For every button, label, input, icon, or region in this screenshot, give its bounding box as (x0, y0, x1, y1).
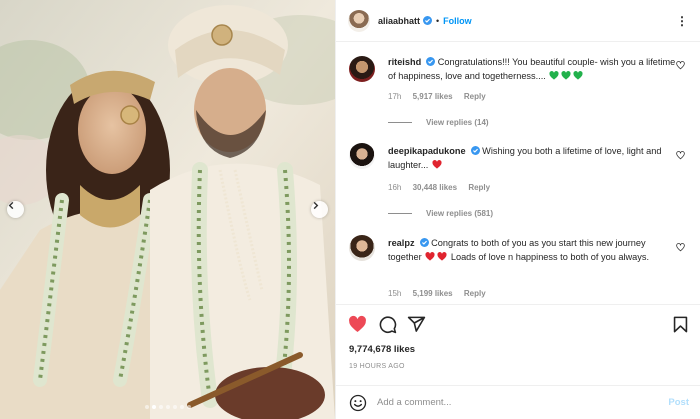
comment-input[interactable] (377, 397, 647, 408)
replies-divider (388, 213, 412, 214)
comment-emojis (548, 71, 584, 81)
carousel-dot (144, 405, 149, 409)
green-heart-emoji-icon (549, 71, 559, 80)
carousel-dot (151, 405, 156, 409)
carousel-dot (186, 405, 191, 409)
comment-time: 15h (388, 289, 402, 298)
chevron-left-icon (8, 201, 14, 210)
post-action-bar (336, 304, 700, 341)
post-likes-count[interactable]: 9,774,678 likes (349, 344, 415, 355)
carousel-dot (158, 405, 163, 409)
comment-text: riteishd Congratulations!!! You beautifu… (388, 55, 678, 83)
paper-plane-icon[interactable] (407, 315, 426, 334)
carousel-dot (172, 405, 177, 409)
comment-time: 16h (388, 183, 402, 192)
comment-likes[interactable]: 5,199 likes (413, 289, 453, 298)
wedding-photo-illustration (0, 0, 335, 419)
like-comment-heart-icon[interactable] (676, 151, 685, 160)
replies-divider (388, 122, 412, 123)
comment-text: deepikapadukone Wishing you both a lifet… (388, 144, 678, 172)
verified-badge-icon (470, 146, 480, 155)
verified-badge-icon (419, 238, 429, 247)
commenter-avatar[interactable] (349, 235, 375, 261)
instagram-post: aliaabhatt • Follow ⋮ riteishd Congratul… (0, 0, 700, 419)
red-heart-emoji-icon (437, 252, 447, 261)
follow-button[interactable]: Follow (443, 16, 472, 26)
commenter-username[interactable]: realpz (388, 238, 415, 248)
comment-meta: 15h 5,199 likes Reply (388, 289, 495, 298)
comment-meta: 16h 30,448 likes Reply (388, 183, 499, 192)
comment-emojis (431, 160, 443, 170)
commenter-avatar[interactable] (349, 143, 375, 169)
comment-time: 17h (388, 92, 402, 101)
chevron-right-icon (313, 201, 319, 210)
reply-button[interactable]: Reply (464, 92, 486, 101)
post-comment-button[interactable]: Post (668, 397, 689, 408)
like-comment-heart-icon[interactable] (676, 243, 685, 252)
emoji-picker-icon[interactable] (349, 394, 367, 412)
comment-text: realpz Congrats to both of you as you st… (388, 236, 678, 264)
red-heart-emoji-icon (425, 252, 435, 261)
comment-emojis (424, 252, 448, 262)
comment-likes[interactable]: 30,448 likes (413, 183, 457, 192)
view-replies-button[interactable]: View replies (14) (388, 118, 489, 127)
comment-likes[interactable]: 5,917 likes (413, 92, 453, 101)
comment-icon[interactable] (378, 315, 397, 334)
view-replies-button[interactable]: View replies (581) (388, 209, 493, 218)
comment-content-continued: Loads of love n happiness to both of you… (450, 252, 650, 262)
verified-badge-icon (426, 57, 436, 66)
view-replies-label: View replies (14) (426, 118, 489, 127)
post-photo[interactable] (0, 0, 335, 419)
bookmark-icon[interactable] (671, 315, 690, 334)
post-details-panel: aliaabhatt • Follow ⋮ riteishd Congratul… (335, 0, 700, 419)
like-comment-heart-icon[interactable] (676, 61, 685, 70)
carousel-dot (179, 405, 184, 409)
view-replies-label: View replies (581) (426, 209, 493, 218)
comments-list[interactable]: riteishd Congratulations!!! You beautifu… (336, 42, 700, 304)
next-slide-button[interactable] (311, 201, 328, 218)
commenter-username[interactable]: deepikapadukone (388, 146, 466, 156)
commenter-avatar[interactable] (349, 56, 375, 82)
header-separator: • (436, 15, 440, 26)
verified-badge-icon (423, 16, 433, 25)
comment-composer: Post (336, 385, 700, 419)
green-heart-emoji-icon (561, 71, 571, 80)
author-avatar[interactable] (348, 9, 370, 32)
carousel-dot (165, 405, 170, 409)
post-timestamp[interactable]: 19 HOURS AGO (349, 363, 405, 370)
author-username[interactable]: aliaabhatt (378, 16, 420, 26)
comment-meta: 17h 5,917 likes Reply (388, 92, 495, 101)
reply-button[interactable]: Reply (464, 289, 486, 298)
post-header: aliaabhatt • Follow ⋮ (336, 0, 700, 42)
red-heart-emoji-icon (432, 160, 442, 169)
carousel-indicator (0, 405, 335, 409)
previous-slide-button[interactable] (7, 201, 24, 218)
commenter-username[interactable]: riteishd (388, 57, 421, 67)
more-options-icon[interactable]: ⋮ (676, 14, 688, 28)
heart-filled-icon[interactable] (348, 315, 367, 334)
green-heart-emoji-icon (573, 71, 583, 80)
reply-button[interactable]: Reply (468, 183, 490, 192)
